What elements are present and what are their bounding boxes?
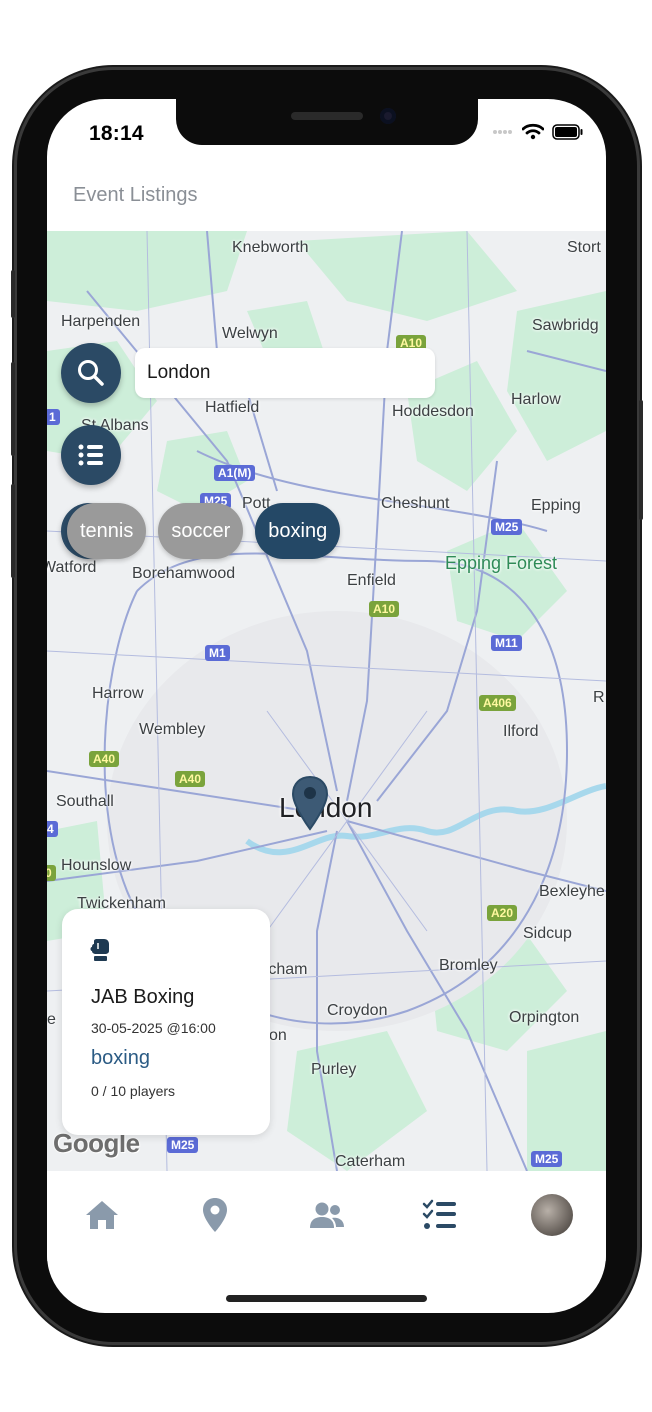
place-label: Croydon [327, 1002, 388, 1019]
road-shield: A40 [89, 751, 120, 767]
filter-chip-tennis[interactable]: tennis [67, 503, 147, 559]
place-label: Hoddesdon [392, 403, 474, 420]
road-shield: 1 [47, 409, 60, 425]
place-label: Harrow [92, 685, 144, 702]
place-label: Wembley [139, 721, 206, 738]
place-label: Enfield [347, 572, 396, 589]
tab-groups[interactable] [302, 1193, 352, 1237]
bottom-tab-bar [47, 1171, 606, 1261]
place-label: Orpington [509, 1009, 580, 1026]
volume-up-button [11, 362, 15, 456]
users-icon [310, 1202, 344, 1228]
event-card[interactable]: JAB Boxing 30-05-2025 @16:00 boxing 0 / … [62, 909, 270, 1135]
power-button [639, 400, 643, 520]
road-shield: M11 [491, 635, 522, 651]
home-indicator [226, 1295, 427, 1302]
volume-down-button [11, 484, 15, 578]
place-label: Borehamwood [132, 565, 236, 582]
map-pin-marker[interactable] [291, 775, 329, 831]
place-label: Hatfield [205, 399, 260, 416]
map-pin-icon [203, 1198, 227, 1232]
road-shield: M1 [205, 645, 230, 661]
place-label: Knebworth [232, 239, 309, 256]
event-players-count: 0 / 10 players [91, 1083, 176, 1099]
place-label: on [269, 1027, 287, 1044]
tab-map[interactable] [190, 1193, 240, 1237]
road-shield: M25 [491, 519, 523, 535]
road-shield: M25 [167, 1137, 199, 1153]
place-label: Southall [56, 793, 114, 810]
place-label: Cheshunt [381, 495, 450, 512]
front-camera [380, 108, 396, 124]
sport-filter-chips: tennis soccer boxing [67, 503, 341, 559]
place-label: R [593, 689, 605, 706]
list-icon [78, 444, 103, 466]
event-datetime: 30-05-2025 @16:00 [91, 1020, 216, 1036]
place-label: Sawbridg [532, 317, 599, 334]
event-title: JAB Boxing [91, 986, 195, 1008]
road-shield: 4 [47, 821, 58, 837]
home-icon [86, 1201, 118, 1229]
place-label: Bexleyhe [539, 883, 605, 900]
search-input[interactable] [135, 348, 435, 398]
wifi-icon [522, 123, 544, 140]
road-shield: A20 [487, 905, 518, 921]
page-title: Event Listings [73, 184, 198, 206]
road-shield: 0 [47, 865, 56, 881]
place-label: Bromley [439, 957, 498, 974]
filter-chip-soccer[interactable]: soccer [158, 503, 244, 559]
search-icon [78, 360, 104, 386]
tab-events[interactable] [415, 1193, 465, 1237]
place-label: Harlow [511, 391, 561, 408]
place-label: Purley [311, 1061, 357, 1078]
tab-profile[interactable] [527, 1193, 577, 1237]
place-label: Epping [531, 497, 581, 514]
place-label: Ilford [503, 723, 539, 740]
mute-switch [11, 270, 15, 318]
app-screen: Event Listings Knebworth Stort Harpenden… [47, 99, 606, 1313]
place-label: Epping Forest [445, 553, 558, 573]
place-label: Stort [567, 239, 601, 256]
road-shield: M25 [531, 1151, 563, 1167]
tab-home[interactable] [77, 1193, 127, 1237]
checklist-icon [422, 1199, 456, 1229]
place-label: Welwyn [222, 325, 278, 342]
battery-icon [552, 123, 583, 140]
place-label: Hounslow [61, 857, 132, 874]
road-shield: A40 [175, 771, 206, 787]
status-icons [492, 123, 584, 140]
search-button[interactable] [61, 343, 121, 403]
place-label: Harpenden [61, 313, 141, 330]
road-shield: A1(M) [214, 465, 256, 481]
list-view-button[interactable] [61, 425, 121, 485]
status-time: 18:14 [89, 122, 144, 145]
place-label: Watford [47, 559, 97, 576]
signal-dots-icon [493, 129, 512, 134]
boxing-glove-icon [90, 939, 109, 961]
notch [176, 99, 478, 145]
place-label: Caterham [335, 1153, 406, 1170]
place-label: Sidcup [523, 925, 572, 942]
profile-avatar [531, 1194, 573, 1236]
speaker-grille [291, 112, 363, 120]
road-shield: A10 [369, 601, 400, 617]
place-label: e [47, 1011, 56, 1028]
event-sport: boxing [91, 1047, 150, 1069]
filter-chip-boxing[interactable]: boxing [255, 503, 341, 559]
road-shield: A406 [479, 695, 516, 711]
